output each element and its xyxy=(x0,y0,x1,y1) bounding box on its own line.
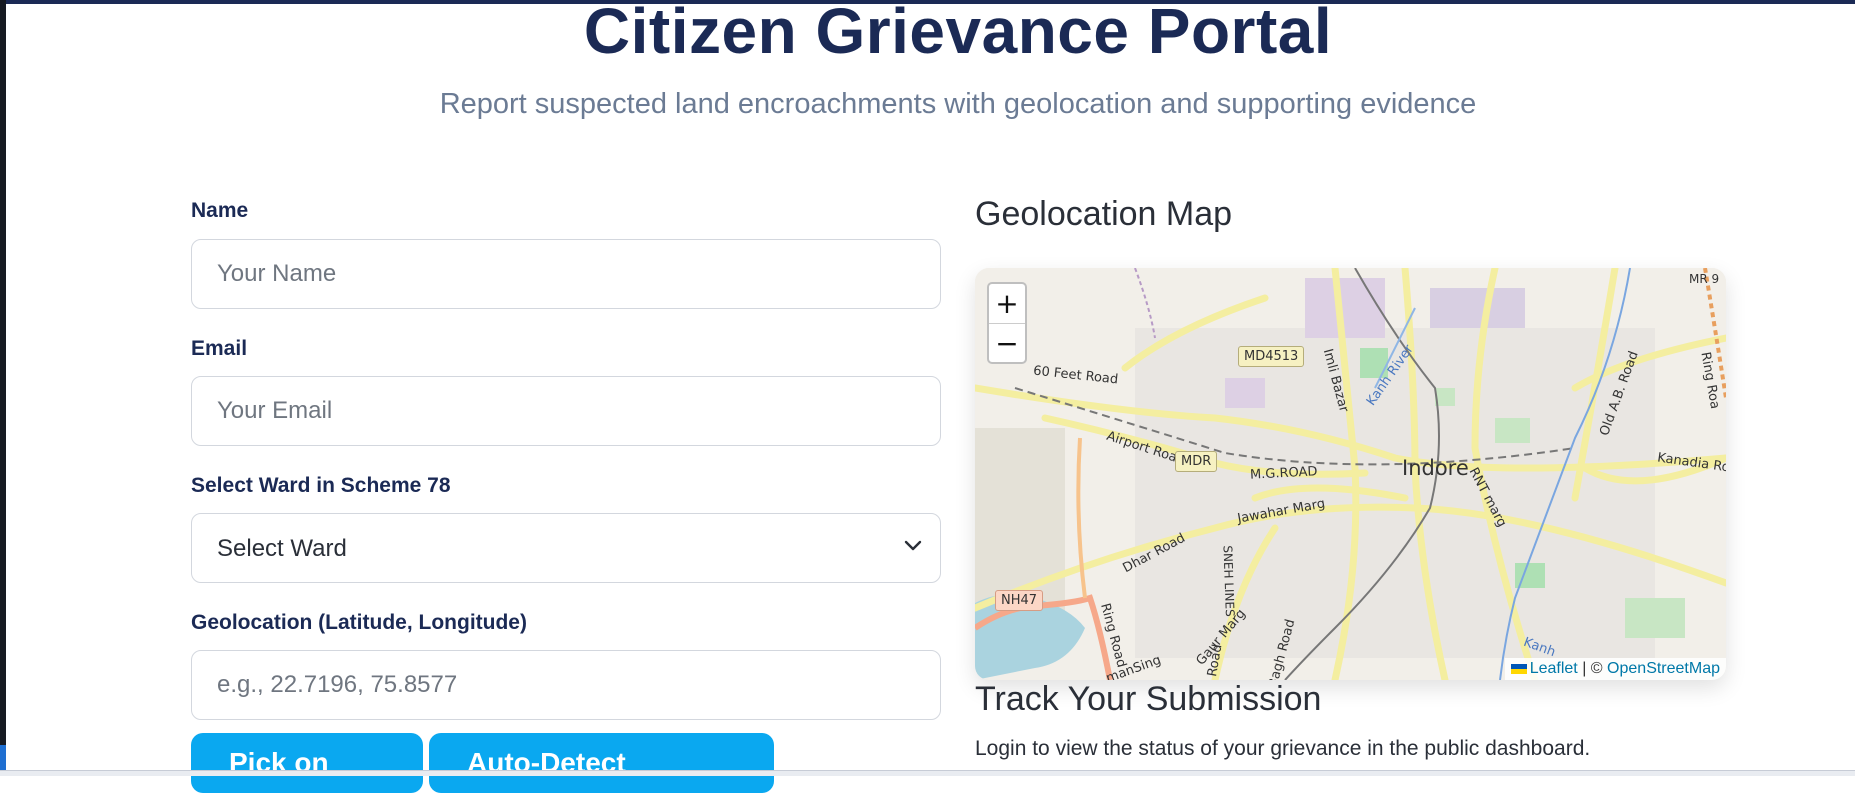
geolocation-input[interactable] xyxy=(191,650,941,720)
geolocation-label: Geolocation (Latitude, Longitude) xyxy=(191,611,527,634)
zoom-out-button[interactable]: − xyxy=(989,323,1025,363)
map-road-shield: NH47 xyxy=(995,590,1044,611)
copyright-symbol: © xyxy=(1590,660,1603,677)
email-input[interactable] xyxy=(191,376,941,446)
map-road-label: MR 9 xyxy=(1689,272,1720,286)
name-label: Name xyxy=(191,199,249,222)
name-input[interactable] xyxy=(191,239,941,309)
chevron-down-icon xyxy=(904,540,922,551)
map-road-shield: MDR xyxy=(1175,451,1218,472)
openstreetmap-link[interactable]: OpenStreetMap xyxy=(1607,660,1720,677)
zoom-in-button[interactable]: + xyxy=(989,284,1025,323)
pick-on-map-button[interactable]: Pick on Map xyxy=(191,733,423,793)
map-tiles xyxy=(975,268,1726,680)
ward-label: Select Ward in Scheme 78 xyxy=(191,474,451,497)
map-road-label: SNEH LINES xyxy=(1220,545,1237,617)
window-bottom-border xyxy=(0,770,1855,776)
leaflet-link[interactable]: Leaflet xyxy=(1530,660,1578,677)
auto-detect-location-button[interactable]: Auto-Detect Location xyxy=(429,733,774,793)
email-label: Email xyxy=(191,337,248,360)
ukraine-flag-icon xyxy=(1510,663,1527,674)
ward-select[interactable]: Select Ward xyxy=(191,513,941,583)
track-heading: Track Your Submission xyxy=(975,680,1322,718)
track-description: Login to view the status of your grievan… xyxy=(975,737,1591,760)
page-subtitle: Report suspected land encroachments with… xyxy=(439,88,1477,120)
geolocation-map[interactable]: + − MD4513 60 Feet Road Imli Bazar Airpo… xyxy=(975,268,1726,680)
page-title: Citizen Grievance Portal xyxy=(583,0,1333,67)
map-attribution: Leaflet | © OpenStreetMap xyxy=(1504,658,1726,680)
map-road-shield: MD4513 xyxy=(1238,346,1305,367)
ward-select-value: Select Ward xyxy=(217,535,347,562)
map-zoom-control: + − xyxy=(987,282,1027,364)
map-heading: Geolocation Map xyxy=(975,195,1233,233)
attribution-separator: | xyxy=(1582,660,1587,677)
map-city-label: Indore xyxy=(1402,456,1469,480)
